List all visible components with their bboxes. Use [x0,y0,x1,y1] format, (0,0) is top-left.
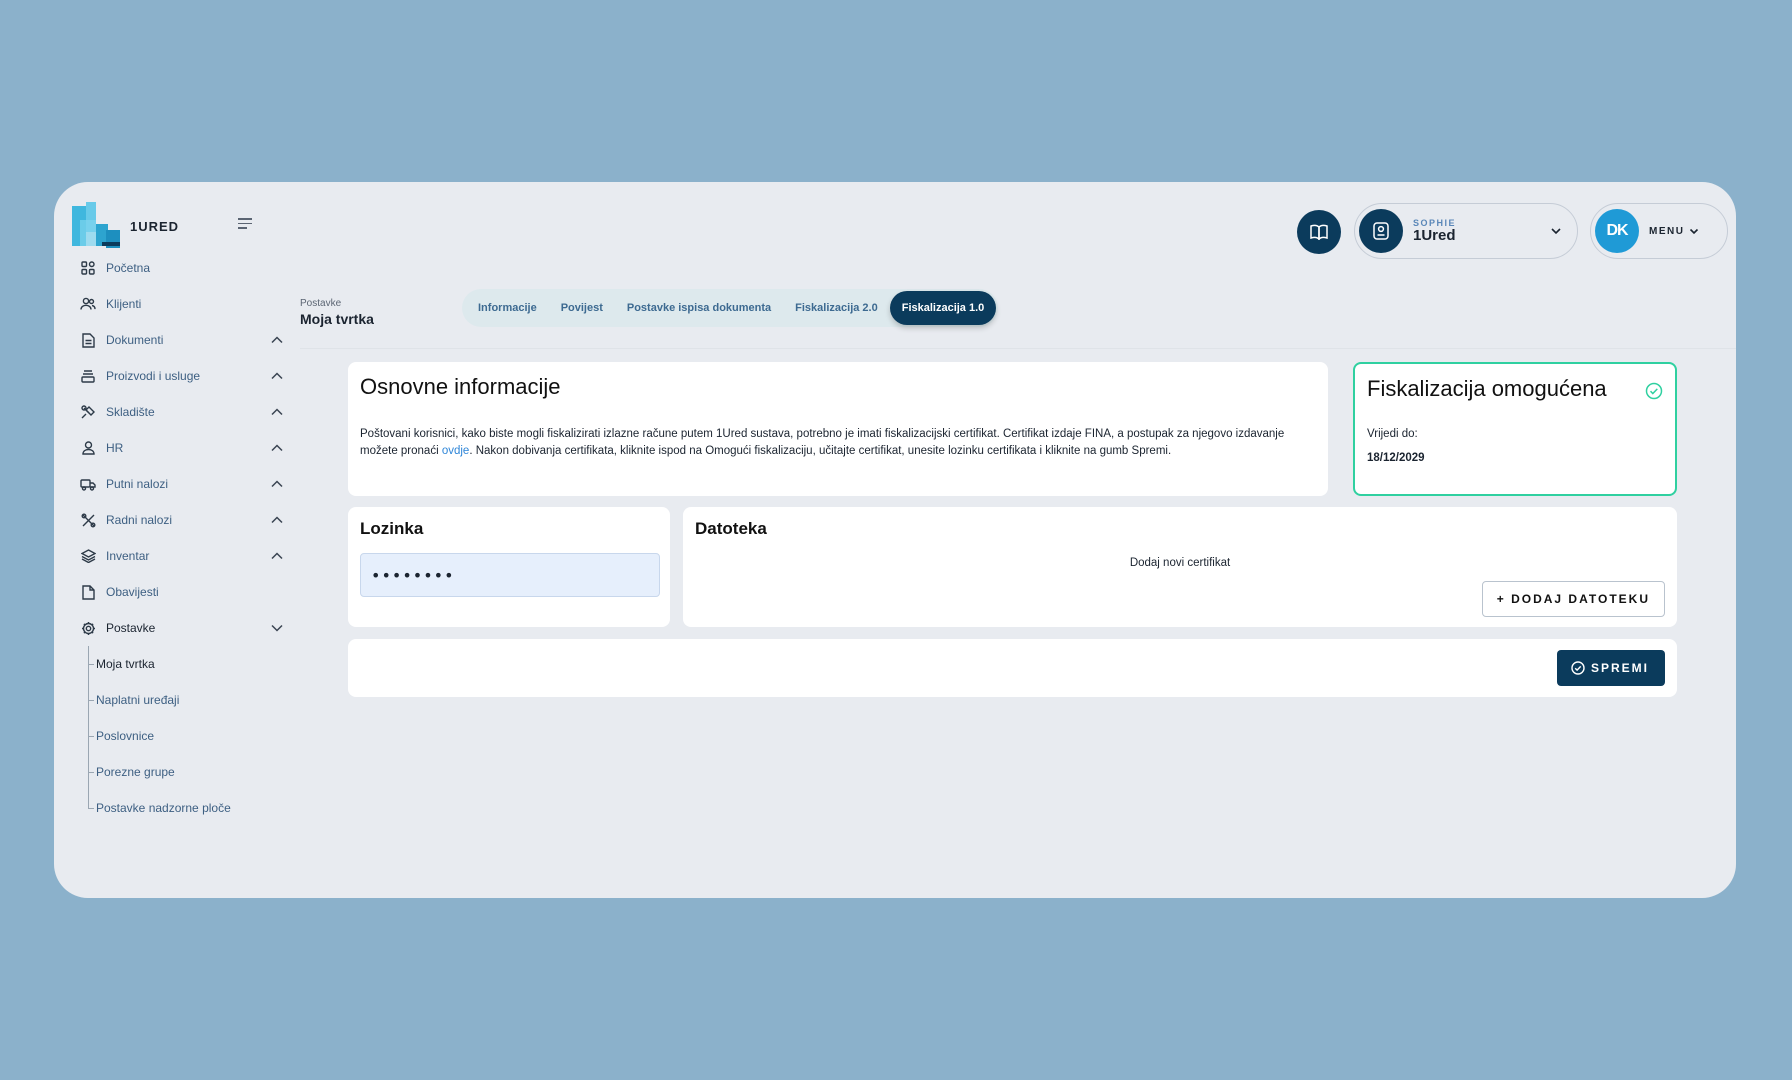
sidebar-item-putni-nalozi[interactable]: Putni nalozi [80,466,284,502]
save-button[interactable]: SPREMI [1556,650,1665,686]
gear-icon [80,620,96,636]
chevron-down-icon[interactable] [270,621,284,635]
sidebar-item-label: Skladište [106,405,155,419]
breadcrumb: Postavke Moja tvrtka [300,298,374,327]
fiscal-status-card: Fiskalizacija omogućena Vrijedi do: 18/1… [1353,362,1677,496]
basic-info-title: Osnovne informacije [360,374,561,399]
breadcrumb-parent[interactable]: Postavke [300,298,374,309]
sidebar-item-klijenti[interactable]: Klijenti [80,286,284,322]
sidebar-item-pocetna[interactable]: Početna [80,250,284,286]
page-title: Moja tvrtka [300,311,374,327]
sidebar-item-label: Radni nalozi [106,513,173,527]
chevron-down-icon [1551,228,1561,235]
user-selector[interactable]: SOPHIE 1Ured [1354,203,1578,259]
sidebar-item-label: HR [106,441,124,455]
logo[interactable]: 1URED [72,202,179,250]
document-icon [80,332,96,348]
sidebar-item-inventar[interactable]: Inventar [80,538,284,574]
tab-fiskalizacija-2[interactable]: Fiskalizacija 2.0 [783,291,890,325]
sidebar-item-label: Početna [106,261,151,275]
valid-until-date: 18/12/2029 [1367,452,1425,464]
sidebar-item-obavijesti[interactable]: Obavijesti [80,574,284,610]
sidebar-item-proizvodi[interactable]: Proizvodi i usluge [80,358,284,394]
file-card: Datoteka Dodaj novi certifikat + DODAJ D… [683,507,1677,627]
subnav-moja-tvrtka[interactable]: Moja tvrtka [88,646,284,682]
chevron-up-icon[interactable] [270,549,284,563]
badge-icon [1373,222,1389,240]
tab-postavke-ispisa[interactable]: Postavke ispisa dokumenta [615,291,783,325]
dashboard-icon [80,260,96,276]
user-name: 1Ured [1413,227,1456,244]
sidebar-item-label: Postavke [106,621,156,635]
sidebar-item-label: Dokumenti [106,333,164,347]
subnav-porezne-grupe[interactable]: Porezne grupe [88,754,284,790]
users-icon [80,296,96,312]
app-window: 1URED Početna Klijenti Dokumenti Proizvo… [54,182,1736,898]
menu-label: MENU [1649,225,1685,237]
chevron-up-icon[interactable] [270,333,284,347]
tools-icon [80,512,96,528]
tab-fiskalizacija-1[interactable]: Fiskalizacija 1.0 [889,291,997,325]
sidebar-item-postavke[interactable]: Postavke [80,610,284,646]
truck-icon [80,476,96,492]
tab-povijest[interactable]: Povijest [549,291,615,325]
tab-informacije[interactable]: Informacije [466,291,549,325]
sidebar-item-hr[interactable]: HR [80,430,284,466]
save-bar: SPREMI [348,639,1677,697]
sidebar-item-label: Putni nalozi [106,477,169,491]
password-card: Lozinka [348,507,670,627]
sidebar-item-skladiste[interactable]: Skladište [80,394,284,430]
layers-icon [80,548,96,564]
brand-name: 1URED [130,218,180,234]
book-icon [1310,224,1328,240]
save-button-label: SPREMI [1590,661,1649,675]
check-circle-icon [1645,382,1663,400]
basic-info-card: Osnovne informacije Poštovani korisnici,… [348,362,1328,496]
sidebar-nav: Početna Klijenti Dokumenti Proizvodi i u… [80,250,284,826]
file-title: Datoteka [695,519,767,538]
chevron-up-icon[interactable] [270,513,284,527]
chevron-up-icon[interactable] [270,441,284,455]
check-circle-icon [1571,661,1585,675]
valid-until-label: Vrijedi do: [1367,428,1418,440]
header-divider [300,348,1736,349]
help-book-button[interactable] [1297,210,1341,254]
sidebar-toggle-icon[interactable] [238,218,252,230]
password-title: Lozinka [360,519,424,538]
chevron-up-icon[interactable] [270,405,284,419]
file-hint: Dodaj novi certifikat [1129,557,1231,569]
settings-subnav: Moja tvrtka Naplatni uređaji Poslovnice … [84,646,284,826]
info-link[interactable]: ovdje [442,445,470,457]
sidebar-item-label: Klijenti [106,297,142,311]
logo-icon [72,202,122,250]
file-icon [80,584,96,600]
subnav-naplatni-uredaji[interactable]: Naplatni uređaji [88,682,284,718]
company-avatar [1359,209,1403,253]
sidebar-item-dokumenti[interactable]: Dokumenti [80,322,284,358]
tab-bar: Informacije Povijest Postavke ispisa dok… [462,289,999,327]
basic-info-text: Poštovani korisnici, kako biste mogli fi… [360,426,1316,460]
warehouse-icon [80,404,96,420]
chevron-down-icon [1690,228,1699,235]
sidebar-item-label: Proizvodi i usluge [106,369,201,383]
sidebar-item-radni-nalozi[interactable]: Radni nalozi [80,502,284,538]
main-menu-button[interactable]: DK MENU [1590,203,1728,259]
subnav-poslovnice[interactable]: Poslovnice [88,718,284,754]
chevron-up-icon[interactable] [270,477,284,491]
user-icon [80,440,96,456]
stack-icon [80,368,96,384]
menu-avatar: DK [1595,209,1639,253]
info-text-part2: . Nakon dobivanja certifikata, kliknite … [469,445,1172,457]
sidebar-item-label: Inventar [106,549,150,563]
subnav-postavke-nadzorne-ploce[interactable]: Postavke nadzorne ploče [88,790,284,826]
fiscal-status-title: Fiskalizacija omogućena [1367,376,1607,401]
password-input[interactable] [360,553,660,597]
sidebar-item-label: Obavijesti [106,585,159,599]
chevron-up-icon[interactable] [270,369,284,383]
add-file-button[interactable]: + DODAJ DATOTEKU [1481,581,1665,617]
